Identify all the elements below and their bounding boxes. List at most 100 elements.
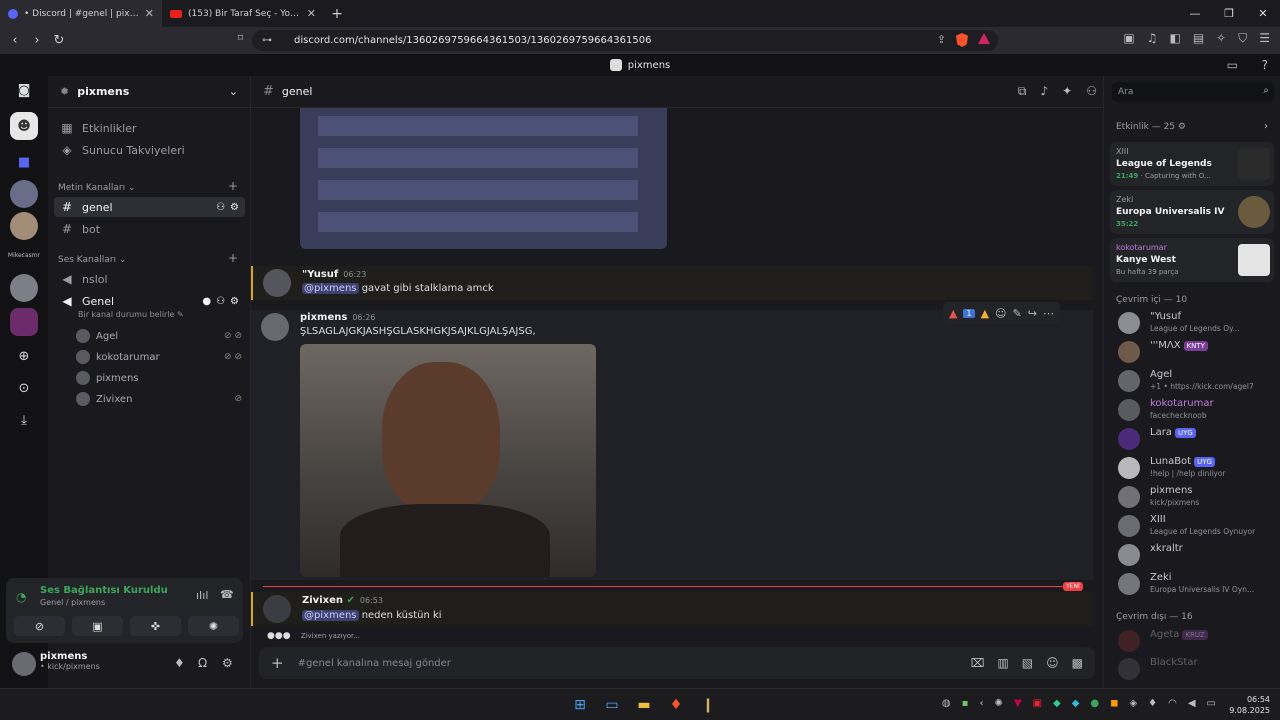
voice-user[interactable]: kokotarumar ⊘ ⊘ xyxy=(76,348,242,366)
minimize-icon[interactable]: — xyxy=(1178,0,1212,27)
new-tab-button[interactable]: + xyxy=(324,0,350,27)
tab-youtube[interactable]: (153) Bir Taraf Seç - YouTube ✕ xyxy=(162,0,324,27)
noise-icon[interactable]: ıIıl xyxy=(196,589,208,602)
server-icon[interactable] xyxy=(10,212,38,240)
forward-icon[interactable]: › xyxy=(26,30,48,52)
member-row[interactable]: '''MΛX KNTY xyxy=(1118,339,1276,365)
member-row[interactable]: kokotarumar facechecknoob xyxy=(1118,397,1276,423)
more-icon[interactable]: ⋯ xyxy=(1043,307,1054,320)
wallet-icon[interactable]: ▤ xyxy=(1193,31,1204,46)
tray-icon[interactable]: ✺ xyxy=(994,698,1002,709)
members-icon[interactable]: ⚇ xyxy=(1086,84,1097,99)
explore-icon[interactable]: ⊙ xyxy=(10,374,38,402)
site-info-icon[interactable]: ⊶ xyxy=(262,35,272,46)
folder-icon[interactable]: ■ xyxy=(10,148,38,176)
tab-discord[interactable]: • Discord | #genel | pixmens ✕ xyxy=(0,0,162,27)
member-row[interactable]: "Yusuf League of Legends Oy... xyxy=(1118,310,1276,336)
member-row[interactable]: pixmens kick/pixmens xyxy=(1118,484,1276,510)
invite-icon[interactable]: ⚇ xyxy=(216,296,225,307)
voice-user[interactable]: Agel ⊘ ⊘ xyxy=(76,327,242,345)
search-input[interactable]: Ara ⌕ xyxy=(1112,82,1274,102)
thumbs-up-icon[interactable]: ▲ xyxy=(981,307,989,320)
server-icon[interactable] xyxy=(10,180,38,208)
mention[interactable]: @pixmens xyxy=(302,283,359,294)
vpn-icon[interactable]: ⛉ xyxy=(1238,31,1247,46)
avatar[interactable] xyxy=(261,313,289,341)
tray-icon[interactable]: ◍ xyxy=(942,698,951,709)
member-row[interactable]: xkraltr xyxy=(1118,542,1276,568)
invite-icon[interactable]: ⚇ xyxy=(216,202,225,213)
avatar[interactable] xyxy=(263,269,291,297)
leo-icon[interactable]: ✧ xyxy=(1216,31,1226,46)
message-composer[interactable]: + #genel kanalına mesaj gönder ⌧ ▥ ▧ ☺ ▩ xyxy=(259,647,1095,679)
edit-icon[interactable]: ✎ xyxy=(1013,307,1022,320)
reaction-number-icon[interactable]: 1 xyxy=(963,308,975,318)
activity-card[interactable]: kokotarumar Kanye West Bu hafta 39 parça xyxy=(1110,238,1274,282)
photos-icon[interactable]: ▭ xyxy=(602,695,622,715)
tray-icon[interactable]: ▪ xyxy=(962,698,969,709)
music-icon[interactable]: ♫ xyxy=(1147,31,1158,46)
bookmark-icon[interactable]: ⌑ xyxy=(238,33,243,44)
brave-browser-icon[interactable]: ♦ xyxy=(666,695,686,715)
close-window-icon[interactable]: ✕ xyxy=(1246,0,1280,27)
battery-icon[interactable]: ▭ xyxy=(1207,698,1216,709)
voice-user[interactable]: pixmens xyxy=(76,369,242,387)
reaction-icon[interactable]: ▲ xyxy=(949,307,957,320)
gif-attachment[interactable] xyxy=(300,344,596,577)
guild-header[interactable]: ✹ pixmens ⌄ xyxy=(48,76,250,108)
wifi-icon[interactable]: ◠ xyxy=(1168,698,1177,709)
disconnect-icon[interactable]: ☎ xyxy=(220,588,234,601)
tray-icon[interactable]: ♦ xyxy=(1148,698,1157,709)
inbox-icon[interactable]: ▭ xyxy=(1227,58,1238,72)
headphones-icon[interactable]: Ω xyxy=(198,656,207,670)
bell-icon[interactable]: ♪ xyxy=(1041,84,1049,99)
add-server-icon[interactable]: ⊕ xyxy=(10,342,38,370)
gif-icon[interactable]: ▥ xyxy=(997,656,1008,670)
tab-close-icon[interactable]: ✕ xyxy=(145,7,154,20)
avatar[interactable] xyxy=(263,595,291,623)
server-icon[interactable] xyxy=(10,274,38,302)
message-author[interactable]: "Yusuf 06:23 xyxy=(302,269,366,280)
attach-icon[interactable]: + xyxy=(271,654,284,672)
server-icon-pixmens[interactable]: ☻ xyxy=(10,112,38,140)
voice-connection-title[interactable]: Ses Bağlantısı Kuruldu xyxy=(40,585,168,596)
media-icon[interactable]: ▣ xyxy=(1123,31,1134,46)
message-author[interactable]: Zivixen ✔ 06:53 xyxy=(302,595,383,606)
start-icon[interactable]: ⊞ xyxy=(570,695,590,715)
chat-icon[interactable]: ● xyxy=(202,296,211,307)
tray-icon[interactable]: ◈ xyxy=(1129,698,1137,709)
sidebar-icon[interactable]: ◧ xyxy=(1169,31,1180,46)
maximize-icon[interactable]: ❐ xyxy=(1212,0,1246,27)
activity-button[interactable]: ✜ xyxy=(130,616,181,636)
address-bar[interactable]: ⌑ ⊶ discord.com/channels/136026975966436… xyxy=(238,30,998,51)
clock[interactable]: 06:54 9.08.2025 xyxy=(1229,694,1270,716)
activity-card[interactable]: Zeki Europa Universalis IV 35:22 xyxy=(1110,190,1274,234)
tray-icon[interactable]: ◆ xyxy=(1072,698,1080,709)
channel-genel[interactable]: # genel ⚇ ⚙ xyxy=(54,197,245,217)
gear-icon[interactable]: ⚙ xyxy=(230,202,239,213)
tray-icon[interactable]: ▼ xyxy=(1014,698,1022,709)
sidebar-item-events[interactable]: ▦ Etkinlikler xyxy=(54,118,245,138)
member-row[interactable]: Ageta KRUZ xyxy=(1118,628,1276,654)
menu-icon[interactable]: ☰ xyxy=(1259,31,1270,46)
tray-icon[interactable]: ◼ xyxy=(1110,698,1118,709)
add-reaction-icon[interactable]: ☺ xyxy=(995,307,1006,320)
microphone-icon[interactable]: ♦ xyxy=(174,656,185,670)
tab-close-icon[interactable]: ✕ xyxy=(307,7,316,20)
gear-icon[interactable]: ⚙ xyxy=(230,296,239,307)
gift-icon[interactable]: ⌧ xyxy=(971,656,985,670)
discord-home-icon[interactable]: ◙ xyxy=(10,76,38,104)
member-row[interactable]: LunaBot UYG !help | /help dinliyor xyxy=(1118,455,1276,481)
camera-button[interactable]: ⊘ xyxy=(14,616,65,636)
add-channel-icon[interactable]: + xyxy=(228,251,238,265)
back-icon[interactable]: ‹ xyxy=(4,30,26,52)
tray-icon[interactable]: ◆ xyxy=(1053,698,1061,709)
member-row[interactable]: Agel +1 • https://kick.com/agel7 xyxy=(1118,368,1276,394)
channel-bot[interactable]: # bot xyxy=(54,219,245,239)
avatar[interactable] xyxy=(12,652,36,676)
message-author[interactable]: pixmens 06:26 xyxy=(300,312,375,323)
settings-icon[interactable]: ⚙ xyxy=(222,656,233,670)
sticker-icon[interactable]: ▧ xyxy=(1022,656,1033,670)
volume-icon[interactable]: ◀ xyxy=(1188,698,1196,709)
member-row[interactable]: XIII League of Legends Oynuyor xyxy=(1118,513,1276,539)
